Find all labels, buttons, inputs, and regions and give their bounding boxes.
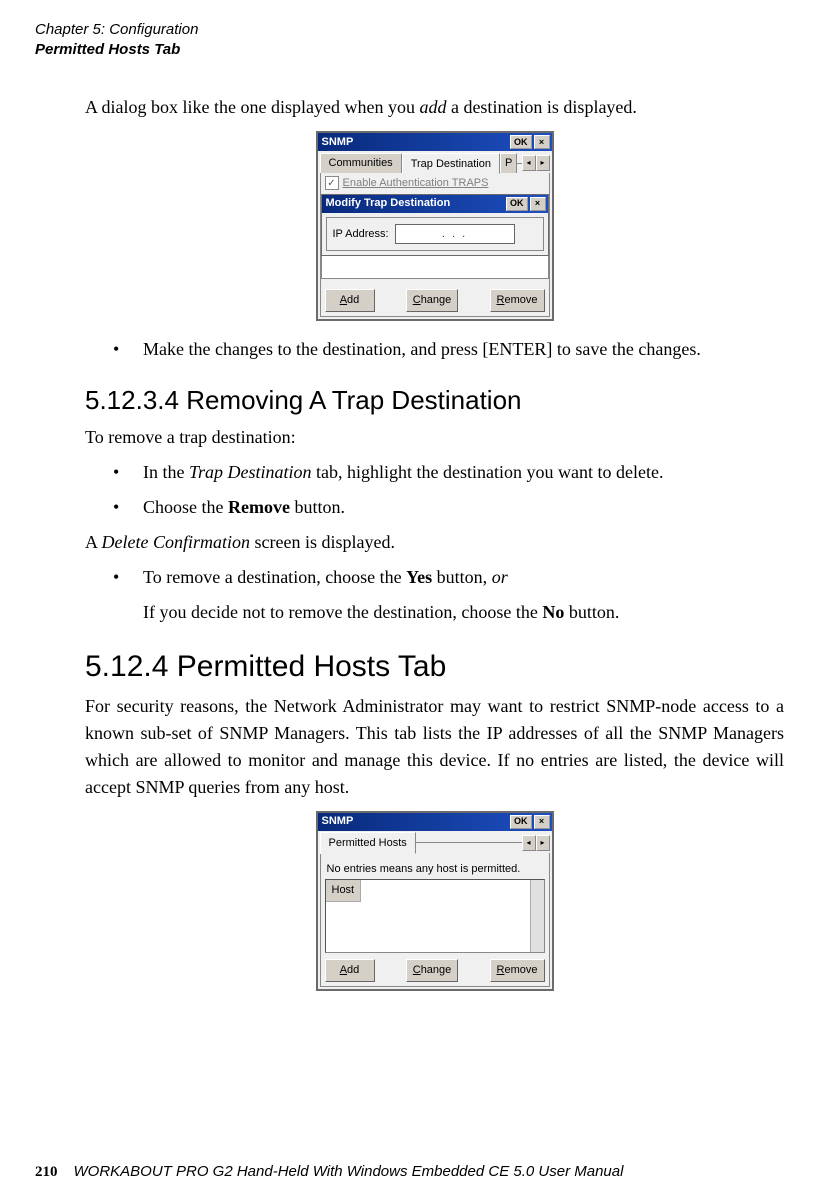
modify-titlebar: Modify Trap Destination OK × [322, 195, 548, 213]
bullet-choose-remove: Choose the Remove button. [143, 494, 784, 521]
close-icon[interactable]: × [534, 135, 550, 149]
modify-trap-dialog: Modify Trap Destination OK × IP Address:… [321, 194, 549, 257]
remove-intro: To remove a trap destination: [85, 424, 784, 451]
ph-tabs-row: Permitted Hosts ◂ ▸ [320, 833, 550, 853]
listbox-scrollbar[interactable] [530, 880, 544, 952]
footer-title: WORKABOUT PRO G2 Hand-Held With Windows … [74, 1161, 624, 1184]
ph-titlebar: SNMP OK × [318, 813, 552, 831]
bullet-icon: • [113, 494, 123, 521]
header-section: Permitted Hosts Tab [35, 40, 789, 60]
snmp-title: SNMP [322, 134, 509, 151]
auth-checkbox-row: ✓ Enable Authentication TRAPS [321, 173, 549, 194]
tab-communities[interactable]: Communities [320, 153, 402, 173]
tabs-row: Communities Trap Destination P ◂ ▸ [320, 153, 550, 173]
ph-title: SNMP [322, 813, 509, 830]
ph-info-text: No entries means any host is permitted. [325, 857, 545, 880]
bullet-icon: • [113, 459, 123, 486]
ph-change-button[interactable]: Change [406, 959, 459, 982]
ph-tab-scroll-left[interactable]: ◂ [522, 835, 536, 851]
ok-button[interactable]: OK [510, 135, 532, 149]
host-column-header[interactable]: Host [326, 880, 362, 902]
chevron-left-icon: ◂ [526, 837, 530, 849]
page-footer: 210 WORKABOUT PRO G2 Hand-Held With Wind… [35, 1161, 789, 1184]
sub-no: If you decide not to remove the destinat… [143, 599, 784, 626]
intro-b: add [419, 97, 446, 117]
add-button[interactable]: Add [325, 289, 375, 312]
heading-5124: 5.12.4 Permitted Hosts Tab [85, 644, 784, 689]
checkbox-label: Enable Authentication TRAPS [343, 175, 489, 192]
intro-c: a destination is displayed. [446, 97, 636, 117]
modify-close-icon[interactable]: × [530, 197, 546, 211]
tab-scroll-right[interactable]: ▸ [536, 155, 550, 171]
modify-ok-button[interactable]: OK [506, 197, 528, 211]
tab-permitted-hosts[interactable]: Permitted Hosts [320, 832, 416, 854]
bullet-icon: • [113, 564, 123, 591]
remove-button[interactable]: Remove [490, 289, 545, 312]
txt-c: tab, highlight the destination you want … [312, 462, 664, 482]
ip-input[interactable]: . . . [395, 224, 515, 245]
header-chapter: Chapter 5: Configuration [35, 20, 789, 40]
ip-label: IP Address: [333, 226, 389, 243]
heading-51234: 5.12.3.4 Removing A Trap Destination [85, 381, 784, 420]
tab-scroll-left[interactable]: ◂ [522, 155, 536, 171]
change-button[interactable]: Change [406, 289, 459, 312]
ph-add-button[interactable]: Add [325, 959, 375, 982]
ph-tab-scroll-right[interactable]: ▸ [536, 835, 550, 851]
bullet-icon: • [113, 336, 123, 363]
txt-a: In the [143, 462, 189, 482]
permitted-paragraph: For security reasons, the Network Admini… [85, 693, 784, 801]
host-listbox[interactable]: Host [325, 879, 545, 953]
ph-remove-button[interactable]: Remove [490, 959, 545, 982]
modify-title: Modify Trap Destination [326, 195, 505, 212]
delete-confirm-paragraph: A Delete Confirmation screen is displaye… [85, 529, 784, 556]
intro-paragraph: A dialog box like the one displayed when… [85, 94, 784, 121]
snmp-titlebar: SNMP OK × [318, 133, 552, 151]
bullet-in-trap: In the Trap Destination tab, highlight t… [143, 459, 784, 486]
ph-close-icon[interactable]: × [534, 815, 550, 829]
snmp-trap-dialog: SNMP OK × Communities Trap Destination P… [316, 131, 554, 321]
ph-ok-button[interactable]: OK [510, 815, 532, 829]
bullet-yes: To remove a destination, choose the Yes … [143, 564, 784, 591]
tab-trap-destination[interactable]: Trap Destination [402, 153, 500, 175]
page-number: 210 [35, 1161, 58, 1184]
permitted-hosts-dialog: SNMP OK × Permitted Hosts ◂ ▸ No entries… [316, 811, 554, 991]
chevron-left-icon: ◂ [526, 157, 530, 169]
page-header: Chapter 5: Configuration Permitted Hosts… [35, 20, 789, 59]
chevron-right-icon: ▸ [540, 157, 544, 169]
chevron-right-icon: ▸ [540, 837, 544, 849]
checkbox-icon[interactable]: ✓ [325, 176, 339, 190]
bullet-make-changes: Make the changes to the destination, and… [143, 336, 784, 363]
intro-a: A dialog box like the one displayed when… [85, 97, 419, 117]
txt-b: Trap Destination [189, 462, 312, 482]
tab-p[interactable]: P [500, 153, 517, 173]
